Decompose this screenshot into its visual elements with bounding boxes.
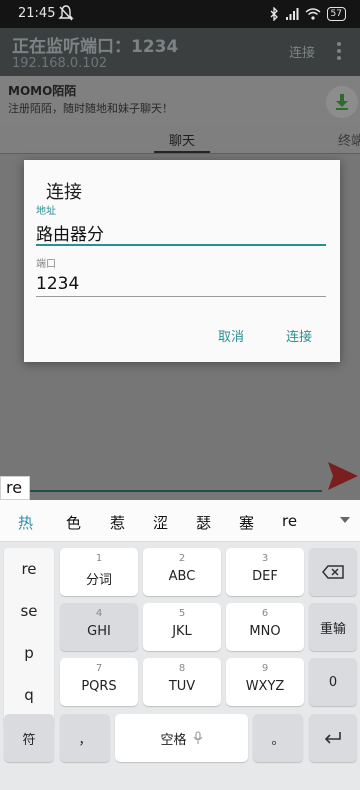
port-underline bbox=[36, 296, 326, 297]
key-label: GHI bbox=[87, 624, 111, 639]
period-label: 。 bbox=[271, 732, 285, 748]
key-label: WXYZ bbox=[245, 679, 285, 694]
enter-icon bbox=[324, 732, 341, 744]
key-1[interactable]: 1 分词 bbox=[60, 548, 138, 596]
keyboard: 热 色 惹 涩 瑟 塞 re re se p q 1 分词 2 ABC 3 DE… bbox=[0, 500, 360, 790]
cancel-button[interactable]: 取消 bbox=[218, 326, 244, 345]
comma-key[interactable]: ， bbox=[60, 714, 110, 762]
symbol-label: 符 bbox=[22, 732, 36, 748]
app-bar: 正在监听端口：1234 192.168.0.102 连接 bbox=[0, 28, 360, 76]
key-2[interactable]: 2 ABC bbox=[143, 548, 221, 596]
connect-dialog: 连接 地址 路由器分 端口 1234 取消 连接 bbox=[24, 160, 340, 362]
key-8[interactable]: 8 TUV bbox=[143, 658, 221, 706]
pinyin-option[interactable]: se bbox=[4, 602, 54, 620]
microphone-icon bbox=[193, 731, 202, 744]
port-field[interactable]: 1234 bbox=[36, 274, 79, 294]
app-title: 正在监听端口：1234 bbox=[12, 37, 179, 57]
key-9[interactable]: 9 WXYZ bbox=[226, 658, 304, 706]
composing-text: re bbox=[0, 476, 30, 500]
candidate-item[interactable]: re bbox=[282, 512, 297, 530]
space-label: 空格 bbox=[160, 732, 187, 748]
candidate-item[interactable]: 涩 bbox=[153, 512, 168, 533]
key-number: 3 bbox=[261, 553, 269, 564]
wifi-icon bbox=[305, 8, 321, 20]
candidate-item[interactable]: 塞 bbox=[239, 512, 254, 533]
ad-title: MOMO陌陌 bbox=[8, 84, 77, 98]
key-number: 4 bbox=[95, 608, 103, 619]
key-label: PQRS bbox=[81, 679, 117, 694]
comma-label: ， bbox=[78, 732, 92, 748]
battery-indicator: 57 bbox=[326, 7, 346, 21]
key-label: TUV bbox=[168, 679, 196, 694]
ad-text: 注册陌陌，随时随地和妹子聊天！ bbox=[8, 102, 173, 115]
pinyin-option[interactable]: re bbox=[4, 560, 54, 578]
ad-banner[interactable]: MOMO陌陌 注册陌陌，随时随地和妹子聊天！ bbox=[0, 76, 360, 126]
zero-label: 0 bbox=[328, 674, 338, 690]
candidate-item[interactable]: 热 bbox=[18, 512, 33, 533]
candidate-item[interactable]: 色 bbox=[66, 512, 81, 533]
address-label: 地址 bbox=[36, 206, 56, 217]
tab-bar: 聊天 终端 bbox=[0, 126, 360, 154]
key-number: 1 bbox=[95, 553, 103, 564]
candidate-item[interactable]: 惹 bbox=[110, 512, 125, 533]
key-4[interactable]: 4 GHI bbox=[60, 603, 138, 651]
key-label: JKL bbox=[172, 624, 192, 639]
pinyin-option[interactable]: p bbox=[4, 644, 54, 662]
download-icon[interactable] bbox=[326, 86, 358, 118]
key-label: MNO bbox=[249, 624, 281, 639]
key-0[interactable]: 0 bbox=[309, 658, 357, 706]
key-label: ABC bbox=[168, 569, 196, 584]
notifications-muted-icon bbox=[58, 5, 74, 21]
key-label: DEF bbox=[252, 569, 278, 584]
connect-menu-button[interactable]: 连接 bbox=[289, 42, 315, 61]
message-input[interactable] bbox=[0, 490, 322, 492]
backspace-key[interactable] bbox=[309, 548, 357, 596]
candidate-bar: 热 色 惹 涩 瑟 塞 re bbox=[0, 500, 360, 542]
key-number: 8 bbox=[178, 663, 186, 674]
pinyin-list: re se p q bbox=[4, 548, 54, 728]
address-underline bbox=[36, 244, 326, 246]
port-label: 端口 bbox=[36, 259, 56, 270]
ip-address: 192.168.0.102 bbox=[12, 56, 108, 71]
status-time: 21:45 bbox=[18, 6, 56, 21]
key-3[interactable]: 3 DEF bbox=[226, 548, 304, 596]
candidate-item[interactable]: 瑟 bbox=[196, 512, 211, 533]
pinyin-option[interactable]: q bbox=[4, 686, 54, 704]
key-7[interactable]: 7 PQRS bbox=[60, 658, 138, 706]
key-number: 9 bbox=[261, 663, 269, 674]
space-key[interactable]: 空格 bbox=[115, 714, 248, 762]
address-field[interactable]: 路由器分 bbox=[36, 220, 104, 245]
tab-chat[interactable]: 聊天 bbox=[154, 130, 210, 149]
key-label: 分词 bbox=[85, 573, 112, 588]
backspace-icon bbox=[322, 565, 344, 579]
enter-key[interactable] bbox=[309, 714, 357, 762]
send-icon[interactable] bbox=[326, 460, 360, 492]
status-bar: 21:45 57 bbox=[0, 0, 360, 28]
dialog-title: 连接 bbox=[46, 182, 82, 203]
reenter-label: 重输 bbox=[319, 621, 346, 637]
connect-button[interactable]: 连接 bbox=[286, 326, 312, 345]
key-number: 6 bbox=[261, 608, 269, 619]
key-5[interactable]: 5 JKL bbox=[143, 603, 221, 651]
signal-icon bbox=[285, 8, 299, 20]
expand-candidates-icon[interactable] bbox=[340, 517, 350, 523]
tab-terminal[interactable]: 终端 bbox=[338, 130, 360, 149]
key-number: 7 bbox=[95, 663, 103, 674]
reenter-key[interactable]: 重输 bbox=[309, 603, 357, 651]
key-6[interactable]: 6 MNO bbox=[226, 603, 304, 651]
bluetooth-icon bbox=[270, 7, 278, 21]
symbol-key[interactable]: 符 bbox=[4, 714, 54, 762]
period-key[interactable]: 。 bbox=[253, 714, 303, 762]
key-number: 5 bbox=[178, 608, 186, 619]
more-options-icon[interactable] bbox=[336, 40, 342, 62]
key-number: 2 bbox=[178, 553, 186, 564]
